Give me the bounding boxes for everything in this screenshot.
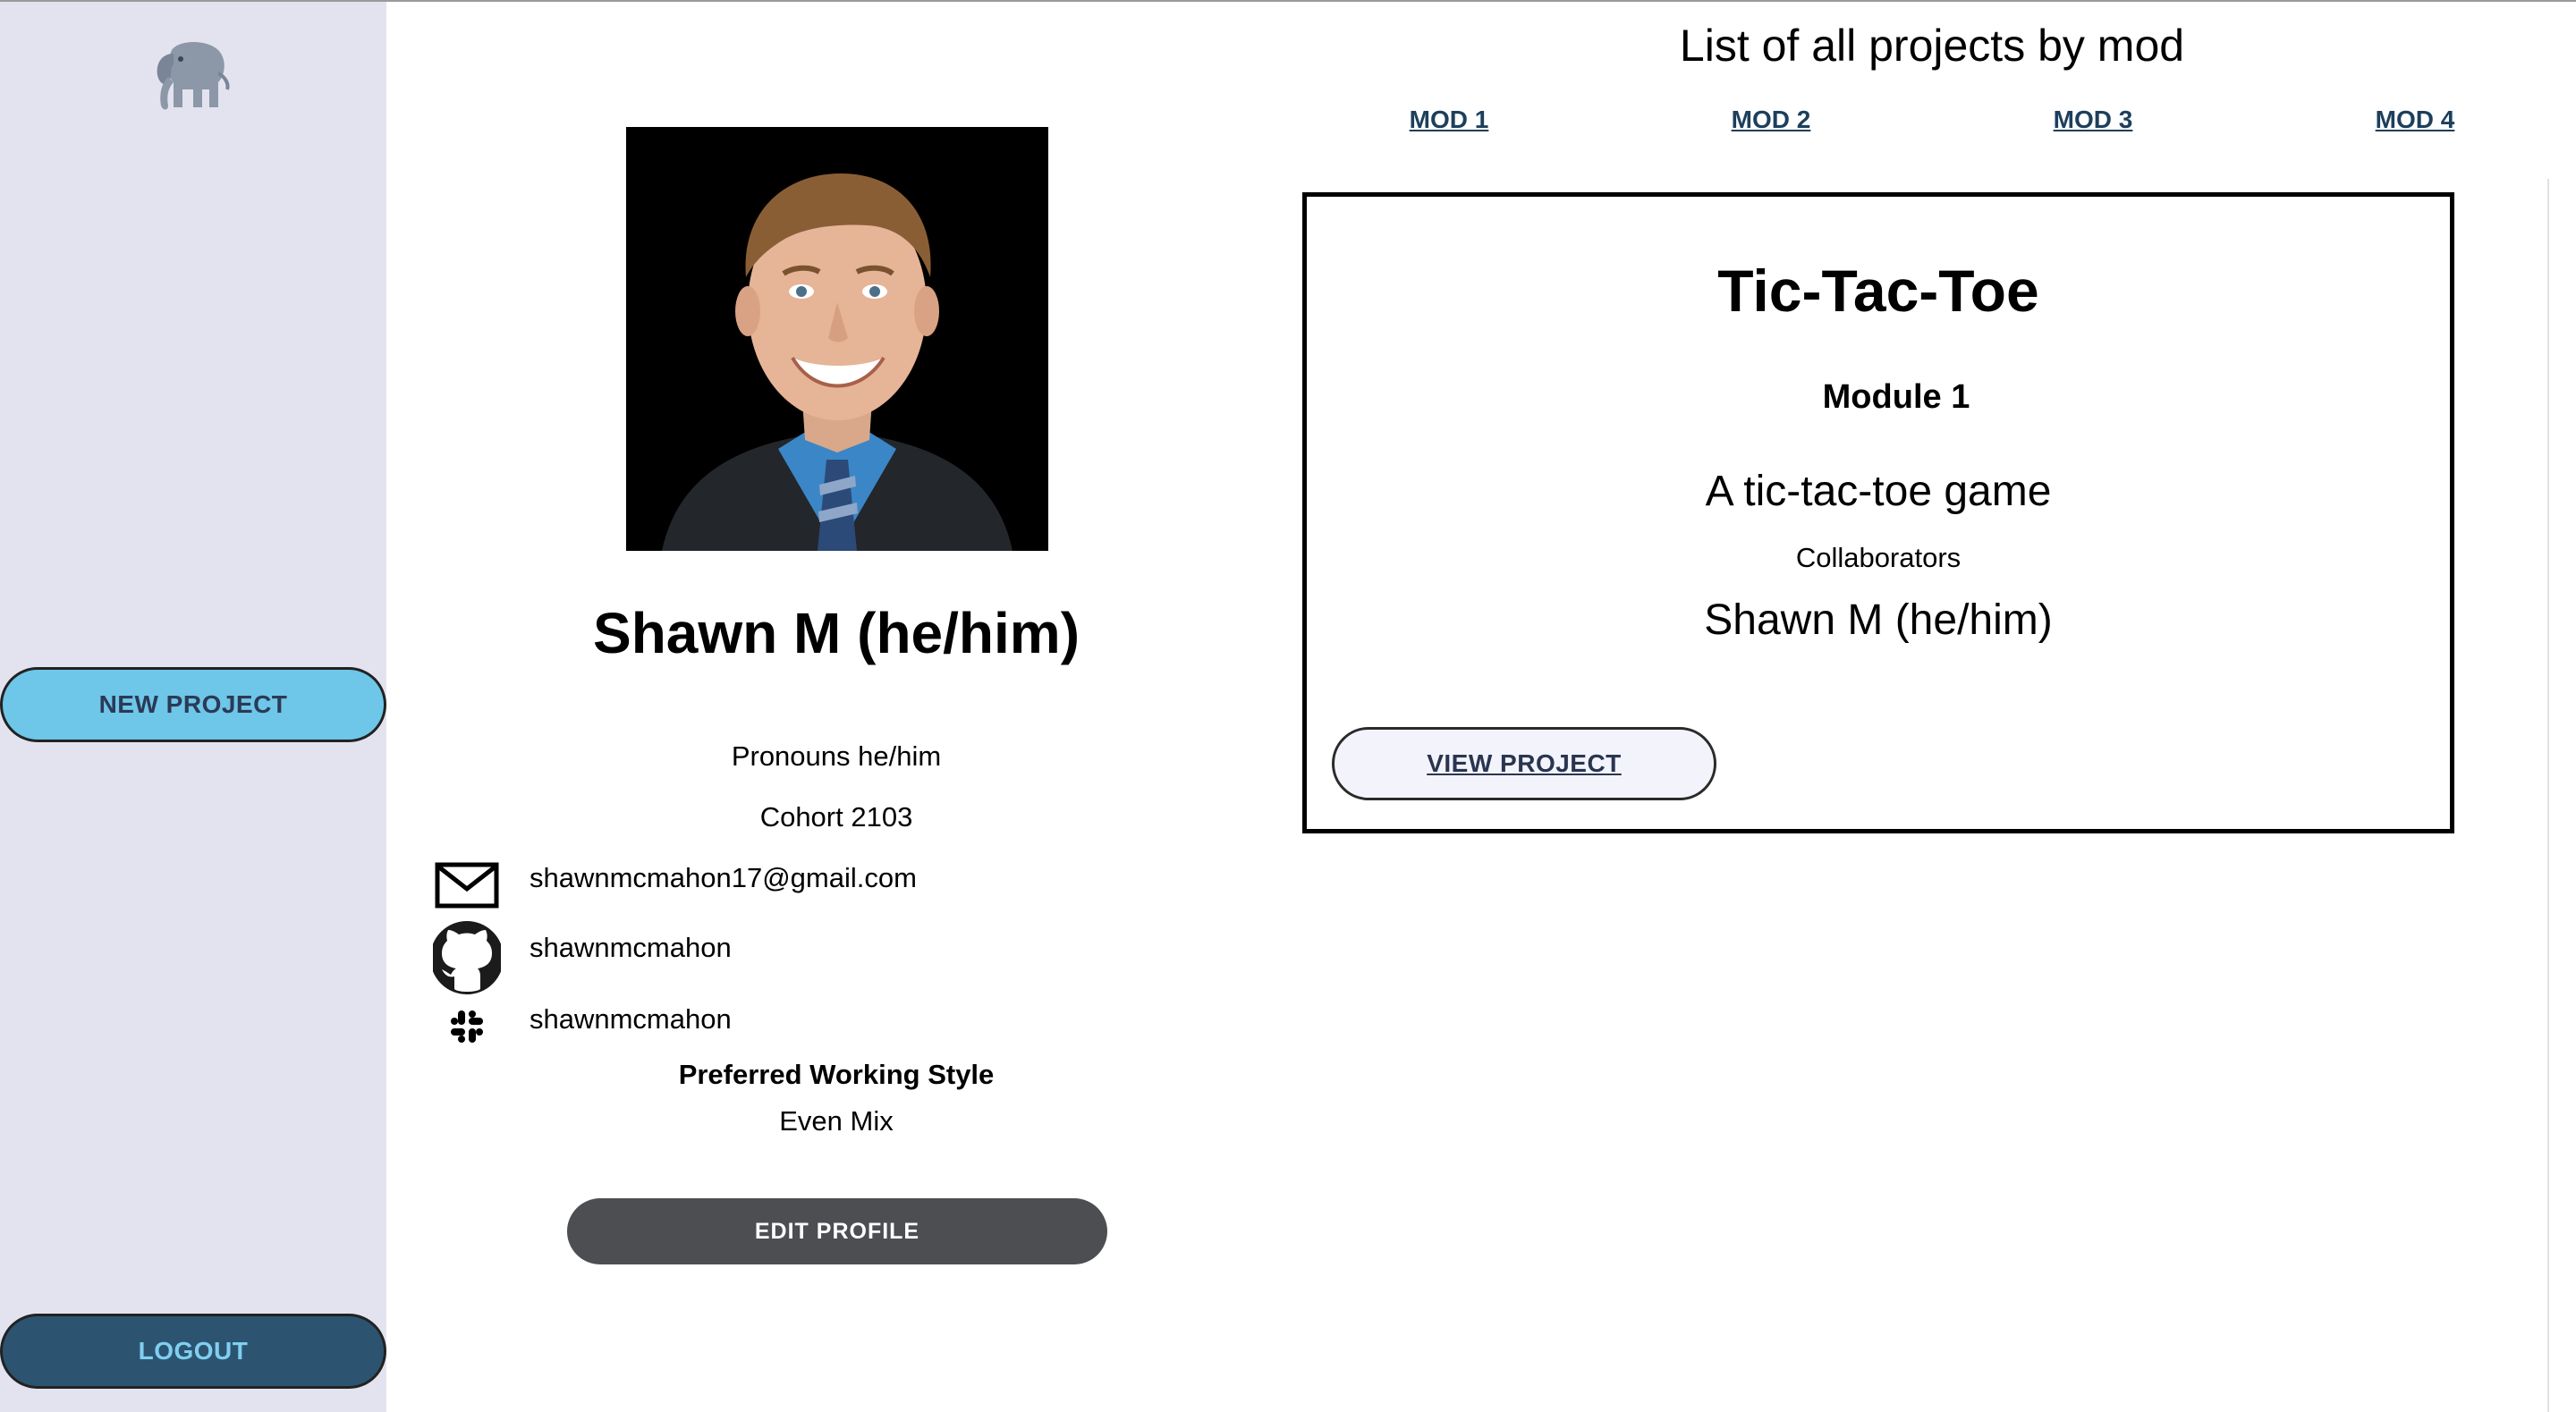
project-description: A tic-tac-toe game [1705,468,2052,515]
tab-mod-2[interactable]: MOD 2 [1682,104,1860,136]
tab-mod-4[interactable]: MOD 4 [2326,104,2504,136]
logout-button[interactable]: LOGOUT [0,1314,386,1389]
collaborators-label: Collaborators [1795,542,1962,573]
top-divider [0,0,2576,2]
elephant-icon[interactable] [152,38,236,114]
view-project-button[interactable]: VIEW PROJECT [1332,727,1716,800]
sidebar: NEW PROJECT LOGOUT [0,2,386,1412]
slack-icon [451,1010,483,1043]
github-icon [433,921,501,994]
profile-cohort: Cohort 2103 [759,801,913,833]
profile-name: Shawn M (he/him) [593,601,1080,665]
project-card: Tic-Tac-Toe Module 1 A tic-tac-toe game … [1302,192,2454,833]
github-text: shawnmcmahon [530,932,732,963]
edit-profile-button[interactable]: EDIT PROFILE [567,1198,1107,1264]
project-title: Tic-Tac-Toe [1717,258,2039,324]
working-style-label: Preferred Working Style [678,1059,995,1090]
collaborators-list: Shawn M (he/him) [1704,596,2053,644]
slack-text: shawnmcmahon [530,1003,732,1035]
tab-mod-1[interactable]: MOD 1 [1360,104,1538,136]
projects-heading: List of all projects by mod [1679,21,2185,71]
scrollbar-track[interactable] [2547,179,2549,1412]
tab-mod-3[interactable]: MOD 3 [2004,104,2182,136]
profile-pronouns: Pronouns he/him [731,740,942,772]
new-project-button[interactable]: NEW PROJECT [0,667,386,742]
project-module: Module 1 [1822,378,1970,416]
working-style-value: Even Mix [779,1105,894,1137]
mail-icon [435,862,499,909]
profile-photo [626,127,1048,551]
profile-portrait [626,127,1048,551]
email-text: shawnmcmahon17@gmail.com [530,862,917,893]
